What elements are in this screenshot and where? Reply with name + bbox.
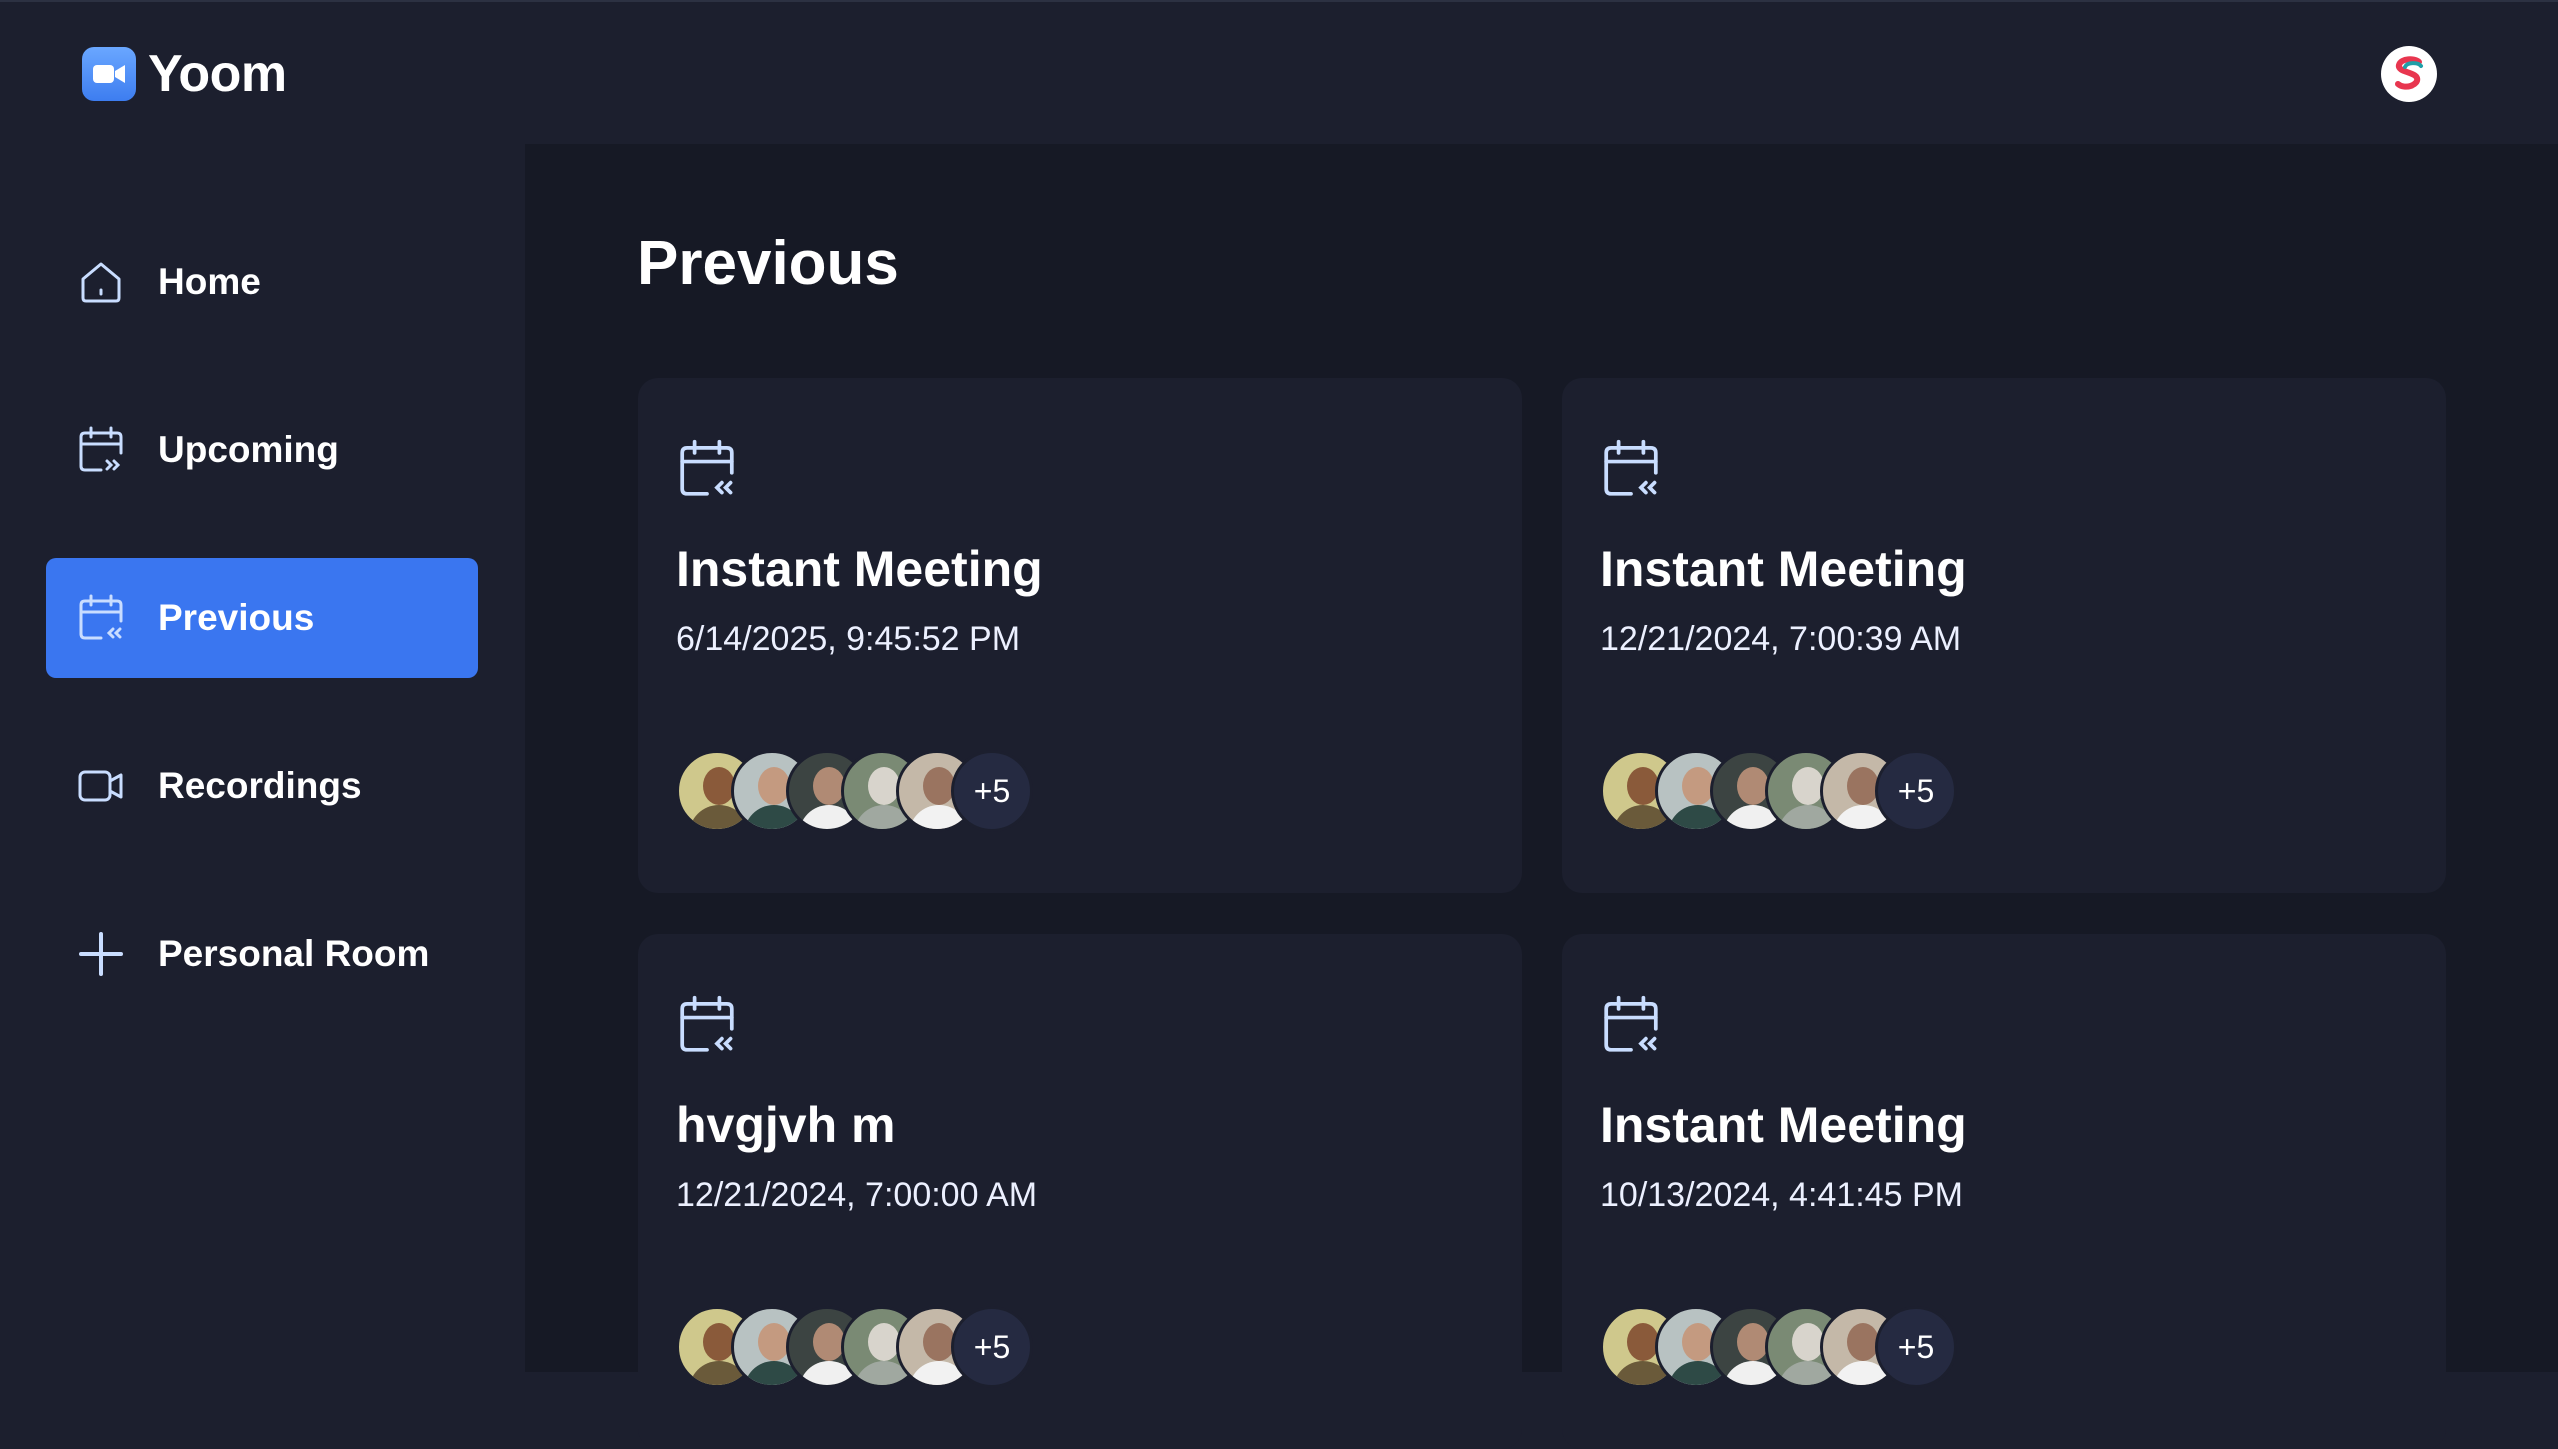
meeting-title: hvgjvh m [676, 1097, 896, 1153]
calendar-previous-icon [676, 994, 738, 1056]
attendee-avatars: +5 [1600, 750, 1957, 832]
meeting-title: Instant Meeting [1600, 1097, 1967, 1153]
meeting-title: Instant Meeting [676, 541, 1043, 597]
sidebar-item-label: Previous [158, 597, 315, 638]
meeting-date: 12/21/2024, 7:00:39 AM [1600, 620, 1962, 658]
top-navbar: Yoom [0, 0, 2558, 144]
attendee-avatars: +5 [1600, 1306, 1957, 1388]
meeting-title: Instant Meeting [1600, 541, 1967, 597]
more-attendees-badge: +5 [951, 750, 1033, 832]
app-name: Yoom [148, 45, 287, 103]
sidebar-item-personal-room[interactable]: Personal Room [46, 894, 478, 1014]
meeting-date: 10/13/2024, 4:41:45 PM [1600, 1176, 1963, 1214]
calendar-previous-icon [1600, 994, 1662, 1056]
more-attendees-badge: +5 [1875, 1306, 1957, 1388]
calendar-previous-icon [676, 438, 738, 500]
sidebar-item-previous[interactable]: Previous [46, 558, 478, 678]
calendar-previous-icon [76, 593, 126, 643]
main-content: Previous Instant Meeting 6/14/2025, 9:45… [525, 144, 2558, 1449]
sidebar-item-label: Personal Room [158, 933, 430, 974]
meeting-date: 12/21/2024, 7:00:00 AM [676, 1176, 1038, 1214]
home-icon [76, 257, 126, 307]
calendar-upcoming-icon [76, 425, 126, 475]
sidebar: Home Upcoming Previous Recordings Person… [0, 144, 525, 1372]
attendee-avatars: +5 [676, 1306, 1033, 1388]
meeting-card[interactable]: Instant Meeting 12/21/2024, 7:00:39 AM +… [1562, 378, 2446, 893]
plus-icon [76, 929, 126, 979]
user-avatar[interactable] [2381, 46, 2437, 102]
video-camera-logo-icon [82, 47, 136, 101]
sidebar-item-upcoming[interactable]: Upcoming [46, 390, 478, 510]
meeting-card[interactable]: Instant Meeting 6/14/2025, 9:45:52 PM +5 [638, 378, 1522, 893]
video-icon [76, 761, 126, 811]
sidebar-item-home[interactable]: Home [46, 222, 478, 342]
attendee-avatars: +5 [676, 750, 1033, 832]
sidebar-item-label: Upcoming [158, 429, 339, 470]
sidebar-item-label: Home [158, 261, 261, 302]
sidebar-item-recordings[interactable]: Recordings [46, 726, 478, 846]
app-logo[interactable]: Yoom [82, 45, 287, 103]
more-attendees-badge: +5 [1875, 750, 1957, 832]
page-title: Previous [637, 229, 899, 298]
more-attendees-badge: +5 [951, 1306, 1033, 1388]
sidebar-item-label: Recordings [158, 765, 362, 806]
meeting-date: 6/14/2025, 9:45:52 PM [676, 620, 1021, 658]
calendar-previous-icon [1600, 438, 1662, 500]
